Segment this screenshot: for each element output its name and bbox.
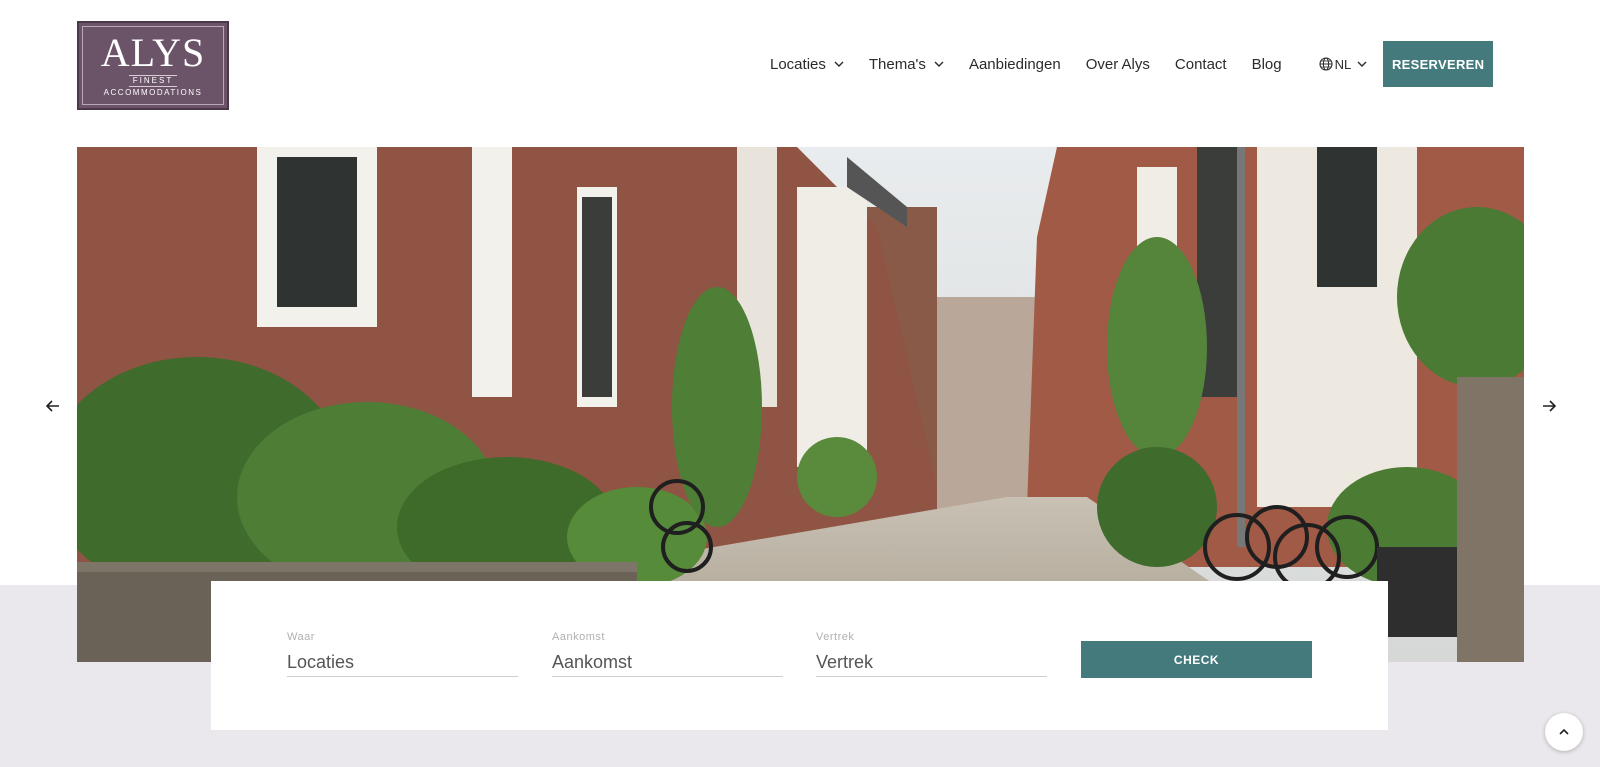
arrival-label: Aankomst <box>552 631 605 643</box>
arrow-left-icon <box>46 400 59 412</box>
logo-tagline-2: ACCOMMODATIONS <box>103 88 203 97</box>
language-selector[interactable]: NL <box>1319 57 1368 72</box>
departure-input[interactable]: Vertrek <box>816 649 1047 677</box>
scroll-to-top-button[interactable] <box>1545 713 1583 751</box>
arrow-right-icon <box>1543 400 1556 412</box>
chevron-up-icon <box>1559 728 1569 735</box>
language-label: NL <box>1334 56 1352 72</box>
nav-item-label: Locaties <box>770 55 826 73</box>
nav-item-over-alys[interactable]: Over Alys <box>1086 56 1150 73</box>
nav-item-aanbiedingen[interactable]: Aanbiedingen <box>969 56 1061 73</box>
hero-prev-button[interactable] <box>43 396 63 416</box>
nav-item-label: Over Alys <box>1085 55 1150 73</box>
chevron-down-icon <box>1357 61 1367 67</box>
nav-item-label: Thema's <box>868 55 926 73</box>
departure-field[interactable]: Vertrek Vertrek <box>816 631 1047 677</box>
reserve-button[interactable]: RESERVEREN <box>1383 41 1493 87</box>
where-input[interactable]: Locaties <box>287 649 518 677</box>
arrival-input[interactable]: Aankomst <box>552 649 783 677</box>
where-label: Waar <box>287 631 315 643</box>
chevron-down-icon <box>934 61 944 67</box>
departure-label: Vertrek <box>816 631 855 643</box>
nav-item-label: Contact <box>1174 55 1227 73</box>
logo-tagline-1: FINEST <box>128 75 178 87</box>
arrival-field[interactable]: Aankomst Aankomst <box>552 631 783 677</box>
hero-next-button[interactable] <box>1539 396 1559 416</box>
booking-search-card: Waar Locaties Aankomst Aankomst Vertrek … <box>211 581 1388 730</box>
nav-item-locaties[interactable]: Locaties <box>770 56 844 73</box>
globe-icon <box>1319 57 1333 71</box>
brand-logo[interactable]: ALYS FINEST ACCOMMODATIONS <box>77 21 229 110</box>
check-button[interactable]: CHECK <box>1081 641 1312 678</box>
nav-item-label: Blog <box>1251 55 1282 73</box>
main-nav: Locaties Thema's Aanbiedingen Over Alys … <box>770 41 1493 87</box>
nav-item-themas[interactable]: Thema's <box>869 56 944 73</box>
logo-wordmark: ALYS <box>100 30 206 75</box>
nav-item-contact[interactable]: Contact <box>1175 56 1227 73</box>
nav-item-label: Aanbiedingen <box>968 55 1061 73</box>
chevron-down-icon <box>834 61 844 67</box>
nav-item-blog[interactable]: Blog <box>1252 56 1282 73</box>
where-field[interactable]: Waar Locaties <box>287 631 518 677</box>
